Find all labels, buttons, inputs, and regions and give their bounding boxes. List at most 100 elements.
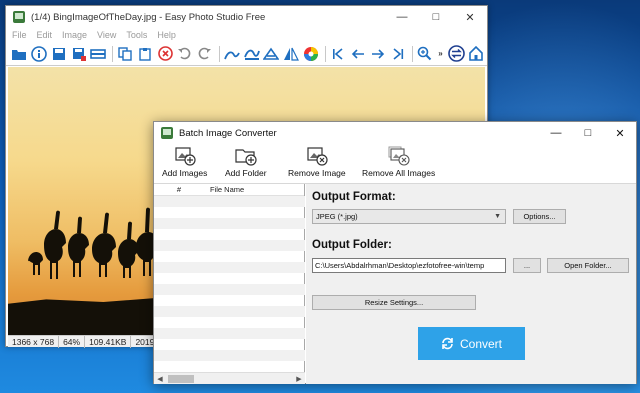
horizontal-scrollbar[interactable]: ◀ ▶ (154, 372, 305, 384)
resize-icon[interactable] (263, 45, 281, 63)
batch-image-converter-dialog: Batch Image Converter — □ ✕ Add Images A… (153, 121, 637, 384)
dialog-close-icon[interactable]: ✕ (604, 122, 636, 144)
copy-icon[interactable] (116, 45, 134, 63)
main-window-title: (1/4) BingImageOfTheDay.jpg - Easy Photo… (31, 11, 266, 23)
list-item (154, 218, 305, 229)
list-item (154, 207, 305, 218)
remove-image-label: Remove Image (288, 168, 346, 178)
list-item (154, 328, 305, 339)
dialog-minimize-icon[interactable]: — (540, 122, 572, 144)
output-format-select[interactable]: JPEG (*.jpg) ▼ (312, 209, 506, 224)
effects-icon[interactable] (243, 45, 261, 63)
first-icon[interactable] (329, 45, 347, 63)
zoom-icon[interactable] (416, 45, 434, 63)
menu-help[interactable]: Help (157, 30, 176, 40)
list-item (154, 317, 305, 328)
file-list-rows (154, 196, 305, 372)
add-folder-icon (235, 149, 257, 166)
list-item (154, 262, 305, 273)
save-as-icon[interactable] (70, 45, 88, 63)
save-icon[interactable] (50, 45, 68, 63)
scroll-right-icon[interactable]: ▶ (293, 373, 305, 385)
convert-button[interactable]: Convert (418, 327, 525, 360)
toolbar-divider (325, 45, 327, 62)
paste-icon[interactable] (136, 45, 154, 63)
list-item (154, 196, 305, 207)
previous-icon[interactable] (349, 45, 367, 63)
column-number-header[interactable]: # (154, 185, 204, 194)
toolbar-divider (218, 45, 220, 62)
chevron-down-icon: ▼ (494, 213, 501, 220)
minimize-icon[interactable]: — (385, 6, 419, 28)
status-filesize: 109.41KB (85, 335, 132, 348)
toolbar-divider (411, 45, 413, 62)
settings-panel: Output Format: JPEG (*.jpg) ▼ Options...… (306, 184, 636, 384)
output-folder-field[interactable]: C:\Users\Abdalrhman\Desktop\ezfotofree-w… (312, 258, 506, 273)
file-list-header: # File Name (154, 184, 304, 196)
refresh-icon (442, 337, 453, 350)
add-images-label: Add Images (162, 168, 208, 178)
add-folder-label: Add Folder (225, 168, 267, 178)
redo-icon[interactable] (196, 45, 214, 63)
home-icon[interactable] (467, 45, 485, 63)
output-folder-label: Output Folder: (312, 239, 392, 251)
column-filename-header[interactable]: File Name (204, 185, 244, 194)
toolbar-divider (112, 45, 114, 62)
list-item (154, 295, 305, 306)
dialog-app-icon (161, 127, 173, 139)
list-item (154, 229, 305, 240)
menu-file[interactable]: File (12, 30, 27, 40)
file-list[interactable]: # File Name ◀ ▶ (154, 184, 305, 384)
add-images-icon (175, 147, 196, 166)
options-button[interactable]: Options... (513, 209, 566, 224)
flip-icon[interactable] (282, 45, 300, 63)
undo-icon[interactable] (176, 45, 194, 63)
remove-all-images-label: Remove All Images (362, 168, 436, 178)
menu-view[interactable]: View (97, 30, 116, 40)
dialog-maximize-icon[interactable]: □ (572, 122, 604, 144)
scrollbar-thumb[interactable] (168, 374, 194, 383)
crop-icon[interactable] (223, 45, 241, 63)
add-images-button[interactable]: Add Images (162, 146, 207, 182)
remove-all-images-icon (388, 146, 410, 166)
status-dimensions: 1366 x 768 (8, 335, 60, 348)
scan-icon[interactable] (90, 45, 108, 63)
remove-image-button[interactable]: Remove Image (288, 146, 346, 182)
add-folder-button[interactable]: Add Folder (225, 146, 267, 182)
output-format-label: Output Format: (312, 191, 396, 203)
more-icon[interactable]: » (436, 45, 446, 63)
list-item (154, 306, 305, 317)
color-icon[interactable] (302, 45, 320, 63)
dialog-titlebar: Batch Image Converter — □ ✕ (154, 122, 636, 144)
list-item (154, 361, 305, 372)
info-icon[interactable] (30, 45, 48, 63)
list-item (154, 350, 305, 361)
menubar: File Edit Image View Tools Help (6, 28, 487, 42)
app-icon (13, 11, 25, 23)
list-item (154, 284, 305, 295)
last-icon[interactable] (389, 45, 407, 63)
menu-tools[interactable]: Tools (126, 30, 147, 40)
maximize-icon[interactable]: □ (419, 6, 453, 28)
convert-icon[interactable] (447, 45, 465, 63)
main-titlebar: (1/4) BingImageOfTheDay.jpg - Easy Photo… (6, 6, 487, 28)
close-icon[interactable]: ✕ (453, 6, 487, 28)
browse-button[interactable]: ... (513, 258, 541, 273)
open-folder-button[interactable]: Open Folder... (547, 258, 629, 273)
menu-edit[interactable]: Edit (37, 30, 53, 40)
open-icon[interactable] (10, 45, 28, 63)
delete-icon[interactable] (156, 45, 174, 63)
dialog-title: Batch Image Converter (179, 127, 277, 139)
status-zoom: 64% (59, 335, 86, 348)
remove-all-images-button[interactable]: Remove All Images (362, 146, 435, 182)
list-item (154, 240, 305, 251)
list-item (154, 273, 305, 284)
resize-settings-button[interactable]: Resize Settings... (312, 295, 476, 310)
menu-image[interactable]: Image (62, 30, 87, 40)
next-icon[interactable] (369, 45, 387, 63)
list-item (154, 339, 305, 350)
scroll-left-icon[interactable]: ◀ (154, 373, 166, 385)
convert-label: Convert (459, 336, 503, 351)
remove-image-icon (307, 147, 328, 166)
list-item (154, 251, 305, 262)
